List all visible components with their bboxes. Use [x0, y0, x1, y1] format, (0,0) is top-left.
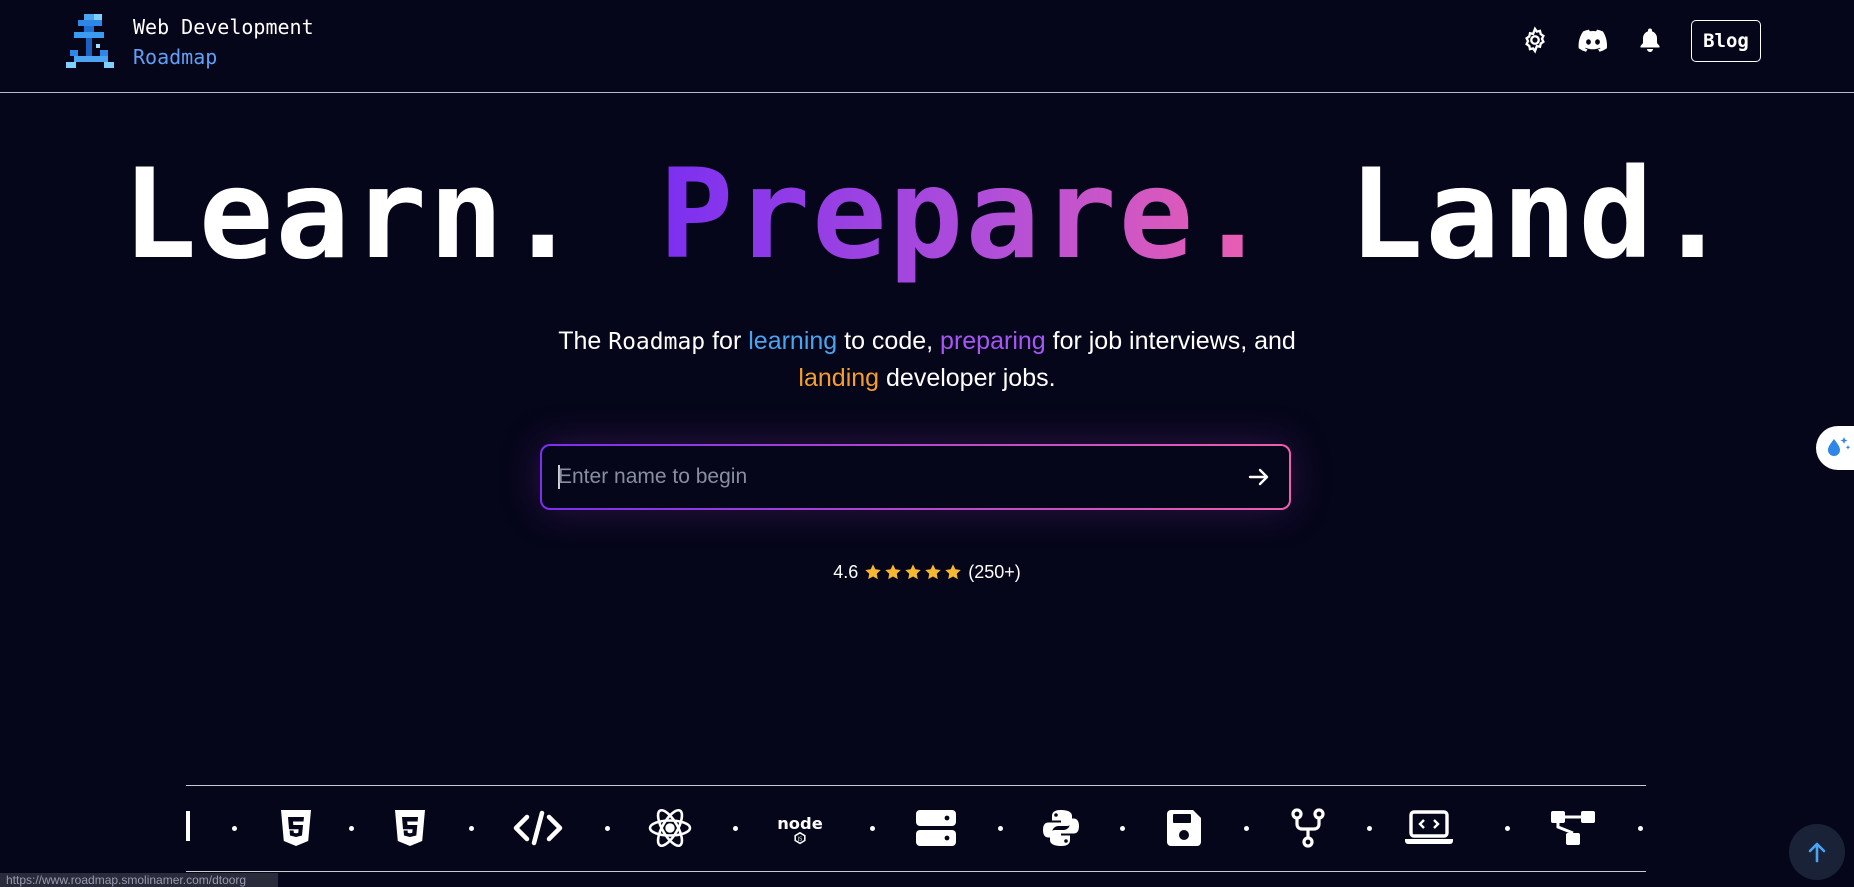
status-bar-url: https://www.roadmap.smolinamer.com/dtoor…: [0, 873, 278, 887]
laptop-code-icon: [1404, 805, 1454, 851]
scroll-to-top-button[interactable]: [1789, 824, 1845, 880]
discord-icon[interactable]: [1577, 24, 1609, 56]
separator-dot: [469, 826, 474, 831]
separator-dot: [1244, 826, 1249, 831]
bell-icon[interactable]: [1634, 24, 1666, 56]
strip-bottom-divider: [186, 871, 1646, 872]
settings-gear-icon[interactable]: [1519, 24, 1551, 56]
hero-headline: Learn. Prepare. Land.: [0, 140, 1854, 290]
subtitle-text: to code,: [837, 327, 941, 355]
star-icon: [905, 564, 921, 580]
name-search-box: [540, 444, 1291, 510]
submit-arrow-icon[interactable]: [1243, 461, 1275, 493]
separator-dot: [998, 826, 1003, 831]
subtitle-text: The: [558, 327, 609, 355]
star-icon: [885, 564, 901, 580]
blog-button[interactable]: Blog: [1691, 20, 1761, 62]
react-icon: [645, 805, 695, 851]
hero-word-prepare: Prepare.: [658, 143, 1272, 287]
separator-dot: [605, 826, 610, 831]
name-input[interactable]: [558, 446, 1218, 508]
brand-line-2: Roadmap: [133, 45, 218, 69]
sitemap-icon: [1548, 805, 1598, 851]
subtitle-learning: learning: [748, 327, 838, 355]
rating-row: 4.6 (250+): [0, 558, 1854, 586]
rating-count: (250+): [968, 562, 1021, 582]
separator-dot: [349, 826, 354, 831]
partial-icon: [186, 811, 190, 841]
css3-icon: [385, 805, 435, 851]
floppy-disk-icon: [1159, 805, 1209, 851]
star-icon: [945, 564, 961, 580]
separator-dot: [1367, 826, 1372, 831]
subtitle-landing: landing: [798, 364, 880, 392]
tech-icon-strip: node JS: [186, 785, 1646, 871]
arrow-up-icon: [1808, 842, 1826, 863]
star-icon: [865, 564, 881, 580]
git-branch-icon: [1283, 805, 1333, 851]
star-icon: [925, 564, 941, 580]
subtitle-roadmap: Roadmap: [608, 329, 706, 355]
separator-dot: [1505, 826, 1510, 831]
separator-dot: [1120, 826, 1125, 831]
svg-text:node: node: [777, 814, 823, 833]
nodejs-icon: node JS: [775, 805, 825, 851]
brand-title[interactable]: Web Development Roadmap: [133, 12, 314, 72]
server-icon: [911, 805, 961, 851]
subtitle-preparing: preparing: [940, 327, 1046, 355]
rating-stars: [864, 563, 962, 581]
subtitle-text: developer jobs.: [879, 364, 1056, 392]
python-icon: [1036, 805, 1086, 851]
separator-dot: [733, 826, 738, 831]
hero-word-learn: Learn.: [122, 143, 583, 287]
rating-score: 4.6: [833, 562, 859, 582]
side-widget-droplet-icon[interactable]: [1816, 426, 1854, 470]
hero-word-land: Land.: [1348, 143, 1732, 287]
subtitle-text: for: [705, 327, 749, 355]
site-header: Web Development Roadmap Blog: [0, 0, 1854, 93]
svg-text:JS: JS: [797, 837, 802, 843]
code-icon: [513, 805, 563, 851]
hero-subtitle: The Roadmap for learning to code, prepar…: [0, 323, 1854, 396]
separator-dot: [1638, 826, 1643, 831]
logo-icon[interactable]: [66, 14, 116, 70]
html5-icon: [271, 805, 321, 851]
subtitle-text: for job interviews, and: [1045, 327, 1296, 355]
name-search-inner: [542, 446, 1289, 508]
brand-line-1: Web Development: [133, 15, 314, 39]
separator-dot: [870, 826, 875, 831]
separator-dot: [232, 826, 237, 831]
